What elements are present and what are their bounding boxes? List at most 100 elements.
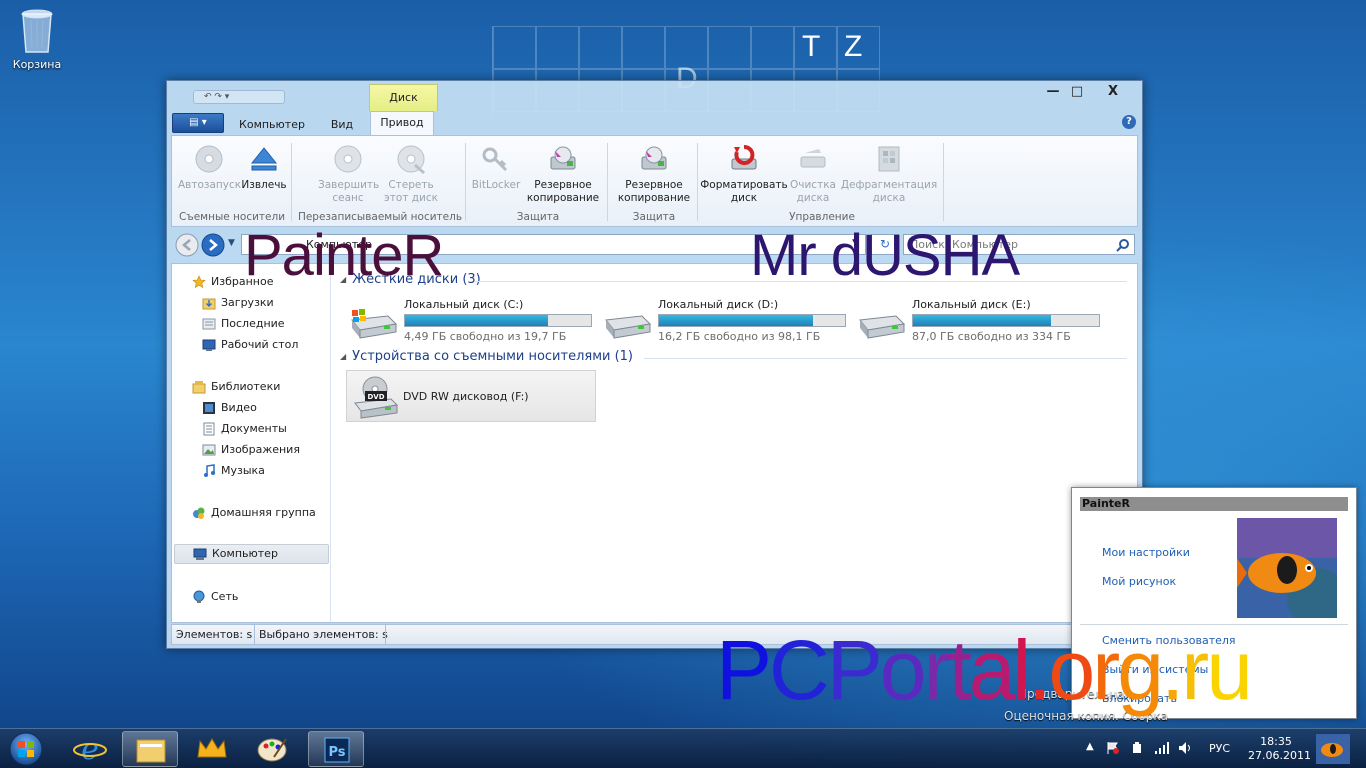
autorun-label: Автозапуск (178, 179, 242, 191)
overlay-name-right: Mr dUSHA (750, 223, 1020, 288)
taskbar-photoshop-button[interactable]: Ps (308, 731, 364, 767)
taskbar: e Ps ▲ РУС 18:35 27.06.2011 (0, 728, 1366, 768)
drive-e[interactable]: Локальный диск (E:) 87,0 ГБ свободно из … (856, 298, 1106, 344)
language-indicator[interactable]: РУС (1209, 742, 1230, 755)
defrag-icon (878, 146, 900, 172)
taskbar-ie-icon[interactable]: e (62, 731, 118, 767)
nav-documents-label: Документы (221, 422, 287, 435)
nav-network[interactable]: Сеть (192, 587, 238, 607)
eject-button[interactable]: Извлечь (238, 143, 290, 192)
backup-button[interactable]: Резервное копирование (524, 143, 602, 205)
computer-icon (193, 548, 207, 560)
disk-cleanup-icon (800, 149, 826, 168)
title-bar[interactable]: ↶ ↷ ▾ Диск — □ X (167, 81, 1142, 111)
video-icon (203, 402, 215, 414)
svg-text:Ps: Ps (328, 745, 345, 760)
grid-letter-t: T (802, 30, 821, 63)
disk-cleanup-button[interactable]: Очистка диска (788, 143, 838, 205)
clock[interactable]: 18:35 27.06.2011 (1248, 735, 1311, 763)
recycle-bin-icon (21, 9, 53, 53)
content-pane: ◢ Жесткие диски (3) Локальный диск (C:) … (332, 264, 1137, 622)
nav-desktop[interactable]: Рабочий стол (202, 335, 298, 355)
recycle-bin[interactable]: Корзина (8, 6, 66, 71)
autorun-button[interactable]: Автозапуск (178, 143, 242, 192)
quick-access-toolbar[interactable]: ↶ ↷ ▾ (193, 90, 285, 104)
taskbar-explorer-button[interactable] (122, 731, 178, 767)
action-center-flag-icon[interactable] (1106, 741, 1120, 755)
drive-e-usage-bar (912, 314, 1100, 327)
removable-header-label: Устройства со съемными носителями (1) (352, 349, 634, 364)
user-thumbnail-fish-icon (1316, 734, 1350, 764)
ribbon-group-protection-2: Резервное копирование Защита (610, 139, 698, 225)
tray-expand-icon[interactable]: ▲ (1086, 741, 1094, 752)
drive-e-usage-fill (913, 315, 1051, 326)
taskbar-crown-app-icon[interactable] (184, 731, 240, 767)
context-tab-disk[interactable]: Диск (369, 84, 438, 111)
nav-recent[interactable]: Последние (202, 314, 285, 334)
nav-libraries-label: Библиотеки (211, 380, 281, 393)
nav-downloads-label: Загрузки (221, 296, 274, 309)
overlay-name-left: PainteR (244, 223, 444, 288)
dvd-drive[interactable]: DVD DVD RW дисковод (F:) (346, 370, 596, 422)
forward-button[interactable] (201, 233, 225, 257)
backup-icon-2 (641, 146, 667, 170)
tab-drive[interactable]: Привод (370, 111, 434, 135)
downloads-folder-icon (202, 298, 216, 310)
nav-music[interactable]: Музыка (202, 461, 265, 481)
drive-d[interactable]: Локальный диск (D:) 16,2 ГБ свободно из … (602, 298, 852, 344)
tab-computer[interactable]: Компьютер (233, 115, 311, 135)
documents-icon (203, 422, 215, 436)
backup-label: Резервное копирование (526, 179, 600, 204)
file-menu-button[interactable]: ▤ ▾ (172, 113, 224, 133)
ribbon: Автозапуск Извлечь Съемные носители Заве… (171, 135, 1138, 227)
svg-text:e: e (81, 732, 99, 767)
bitlocker-button[interactable]: BitLocker (468, 143, 524, 192)
drive-d-usage-bar (658, 314, 846, 327)
close-session-button[interactable]: Завершить сеанс (318, 143, 380, 205)
autorun-icon (195, 145, 223, 173)
clock-time: 18:35 (1260, 735, 1292, 748)
nav-music-label: Музыка (221, 464, 265, 477)
grid-letter-z: Z (844, 30, 863, 63)
taskbar-paint-icon[interactable] (244, 731, 300, 767)
nav-images[interactable]: Изображения (202, 440, 300, 460)
my-picture-link[interactable]: Мой рисунок (1102, 575, 1176, 588)
erase-disc-icon (397, 145, 425, 175)
close-button[interactable]: X (1098, 83, 1128, 101)
star-icon (192, 275, 206, 289)
user-avatar-fish (1237, 518, 1337, 618)
tab-view[interactable]: Вид (319, 115, 365, 135)
show-desktop-button[interactable] (1314, 729, 1366, 768)
music-icon (204, 464, 215, 477)
history-dropdown-icon[interactable]: ▼ (228, 238, 235, 248)
nav-video[interactable]: Видео (202, 398, 257, 418)
volume-icon[interactable] (1178, 741, 1192, 755)
back-button[interactable] (175, 233, 199, 257)
close-session-label: Завершить сеанс (318, 179, 380, 204)
nav-libraries[interactable]: Библиотеки (192, 377, 280, 397)
my-settings-link[interactable]: Мои настройки (1102, 546, 1190, 559)
nav-downloads[interactable]: Загрузки (202, 293, 274, 313)
maximize-button[interactable]: □ (1062, 83, 1092, 101)
help-icon[interactable]: ? (1122, 115, 1136, 129)
start-button[interactable] (4, 731, 48, 767)
nav-desktop-label: Рабочий стол (221, 338, 299, 351)
format-disk-button[interactable]: Форматировать диск (700, 143, 788, 205)
removable-header[interactable]: ◢ Устройства со съемными носителями (1) (340, 349, 633, 364)
system-drive-icon (351, 309, 398, 339)
backup-button-2[interactable]: Резервное копирование (614, 143, 694, 205)
drive-c-name: Локальный диск (C:) (404, 298, 524, 311)
erase-disc-label: Стереть этот диск (384, 179, 438, 204)
drive-c-usage-bar (404, 314, 592, 327)
nav-computer[interactable]: Компьютер (174, 544, 329, 564)
power-icon[interactable] (1130, 741, 1144, 755)
network-icon (193, 590, 205, 603)
defrag-button[interactable]: Дефрагментация диска (840, 143, 938, 205)
close-session-icon (334, 145, 362, 173)
erase-disc-button[interactable]: Стереть этот диск (380, 143, 442, 205)
network-signal-icon[interactable] (1154, 741, 1170, 755)
overlay-brand: PCPortal.org.ru (716, 622, 1253, 719)
nav-homegroup[interactable]: Домашняя группа (192, 503, 316, 523)
nav-documents[interactable]: Документы (202, 419, 287, 439)
drive-c[interactable]: Локальный диск (C:) 4,49 ГБ свободно из … (348, 298, 598, 344)
